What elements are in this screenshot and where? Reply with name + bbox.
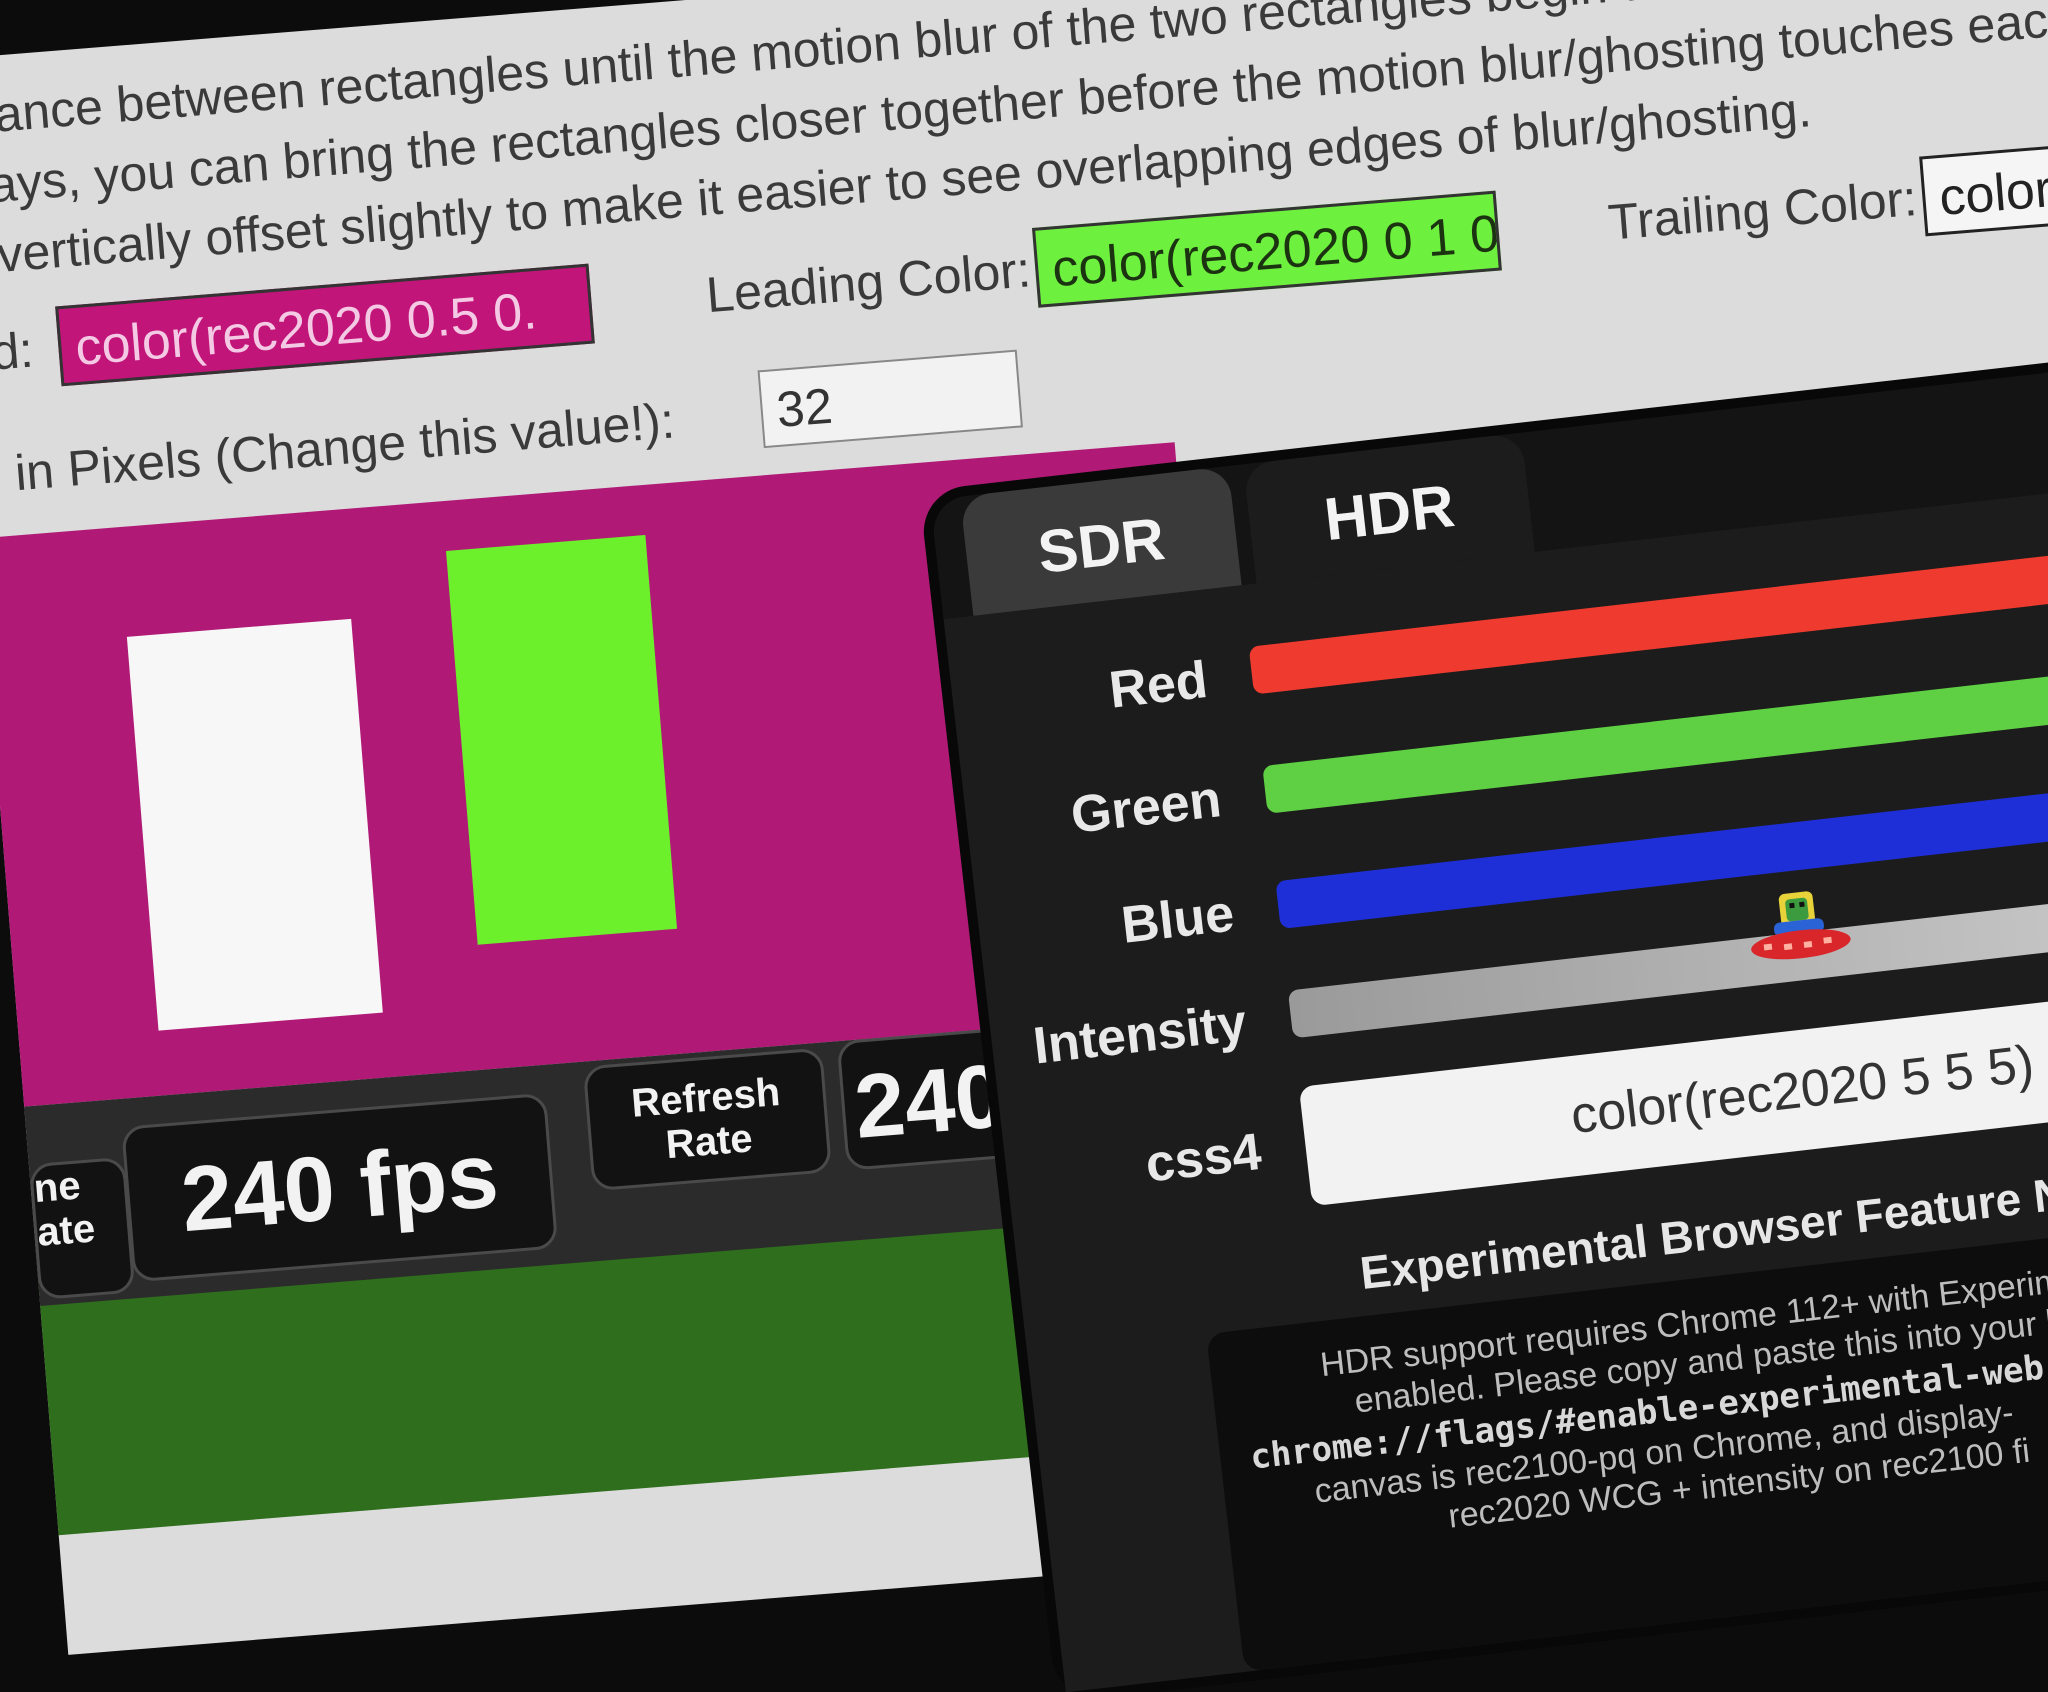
experimental-notice: HDR support requires Chrome 112+ with Ex… bbox=[1206, 1207, 2048, 1672]
frame-rate-label: ne ate bbox=[28, 1156, 136, 1300]
picker-body: Red Green Blue Intensity css4 color(rec2… bbox=[943, 472, 2048, 1692]
trailing-color-input[interactable]: color( bbox=[1919, 135, 2048, 237]
leading-rectangle bbox=[446, 534, 678, 945]
leading-color-input[interactable]: color(rec2020 0 1 0) bbox=[1031, 190, 1502, 308]
refresh-rate-label: Refresh Rate bbox=[582, 1047, 833, 1192]
frame-rate-value: 240 fps bbox=[121, 1092, 559, 1283]
distance-input[interactable]: 32 bbox=[757, 349, 1023, 449]
css4-label: css4 bbox=[1142, 1122, 1265, 1194]
background-color-input[interactable]: color(rec2020 0.5 0. bbox=[55, 263, 595, 387]
leading-color-label: Leading Color: bbox=[704, 241, 1033, 324]
hdr-color-picker-panel: SDR HDR Red Green Blue Intensity css4 co… bbox=[930, 352, 2048, 1692]
intensity-slider-label: Intensity bbox=[1030, 993, 1250, 1076]
ufo-icon[interactable] bbox=[1739, 878, 1861, 1000]
distance-label: e in Pixels (Change this value!): bbox=[0, 392, 677, 505]
trailing-rectangle bbox=[126, 618, 383, 1031]
background-color-label: nd: bbox=[0, 321, 36, 383]
green-slider-label: Green bbox=[1068, 770, 1225, 845]
red-slider-label: Red bbox=[1106, 650, 1211, 720]
blue-slider-label: Blue bbox=[1118, 884, 1238, 955]
trailing-color-label: Trailing Color: bbox=[1606, 169, 1920, 251]
